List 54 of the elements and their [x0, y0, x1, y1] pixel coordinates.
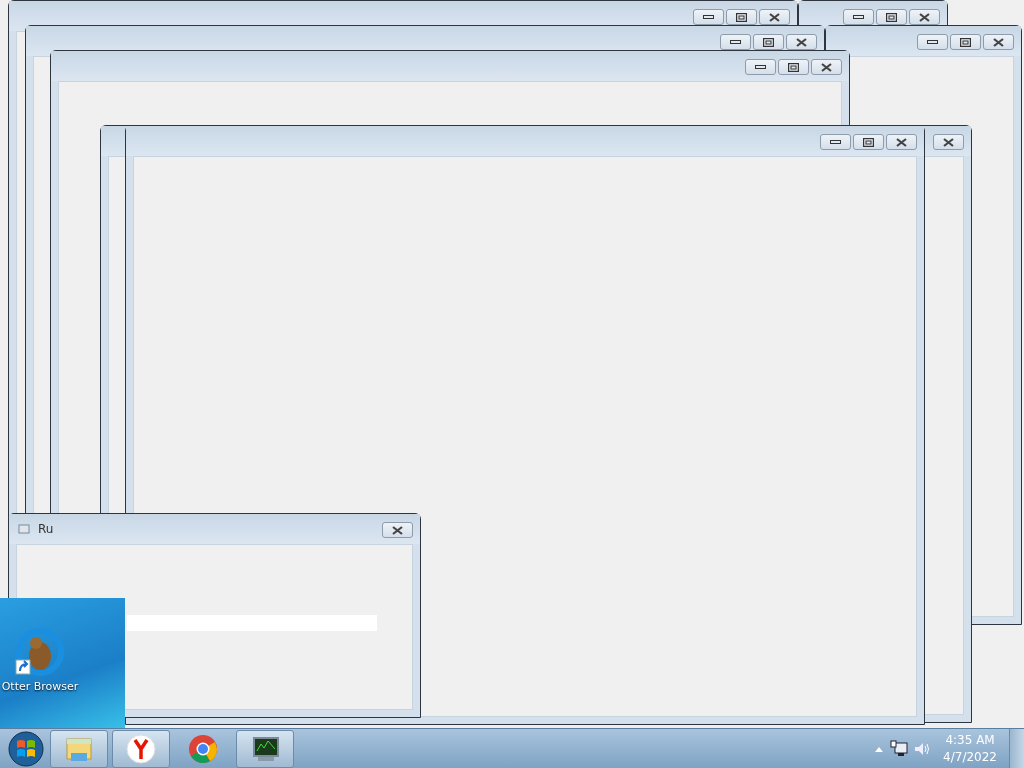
maximize-button[interactable]	[726, 9, 757, 25]
close-button[interactable]	[909, 9, 940, 25]
maximize-button[interactable]	[950, 34, 981, 50]
maximize-button[interactable]	[853, 134, 884, 150]
maximize-icon	[736, 12, 747, 22]
maximize-icon	[763, 37, 774, 47]
maximize-button[interactable]	[876, 9, 907, 25]
close-button[interactable]	[983, 34, 1014, 50]
minimize-icon	[927, 40, 938, 44]
close-icon	[392, 525, 403, 535]
close-button[interactable]	[382, 522, 413, 538]
maximize-icon	[863, 137, 874, 147]
maximize-button[interactable]	[778, 59, 809, 75]
otter-browser-icon[interactable]	[14, 628, 66, 678]
maximize-button[interactable]	[753, 34, 784, 50]
minimize-button[interactable]	[820, 134, 851, 150]
close-icon	[821, 62, 832, 72]
chrome-icon	[186, 732, 220, 765]
maximize-icon	[886, 12, 897, 22]
minimize-icon	[730, 40, 741, 44]
close-button[interactable]	[786, 34, 817, 50]
minimize-button[interactable]	[917, 34, 948, 50]
close-button[interactable]	[886, 134, 917, 150]
maximize-icon	[960, 37, 971, 47]
minimize-button[interactable]	[720, 34, 751, 50]
clock-date: 4/7/2022	[943, 748, 997, 766]
close-button[interactable]	[933, 134, 964, 150]
minimize-button[interactable]	[843, 9, 874, 25]
minimize-button[interactable]	[745, 59, 776, 75]
close-icon	[896, 137, 907, 147]
taskbar-button[interactable]	[236, 729, 294, 768]
start-button[interactable]	[6, 728, 46, 768]
minimize-icon	[755, 65, 766, 69]
taskbar-button[interactable]	[112, 729, 170, 768]
network-icon[interactable]	[889, 739, 910, 758]
minimize-icon	[703, 15, 714, 19]
close-icon	[769, 12, 780, 22]
show-desktop-button[interactable]	[1009, 728, 1024, 768]
app-icon	[18, 523, 30, 535]
window-title: Ru	[38, 522, 54, 536]
minimize-icon	[830, 140, 841, 144]
maximize-icon	[788, 62, 799, 72]
close-icon	[993, 37, 1004, 47]
close-button[interactable]	[759, 9, 790, 25]
yandex-icon	[124, 732, 158, 765]
close-icon	[919, 12, 930, 22]
icon-label[interactable]: Otter Browser	[1, 680, 79, 693]
close-icon	[796, 37, 807, 47]
clock-time: 4:35 AM	[945, 731, 995, 749]
close-icon	[943, 137, 954, 147]
minimize-button[interactable]	[693, 9, 724, 25]
minimize-icon	[853, 15, 864, 19]
close-button[interactable]	[811, 59, 842, 75]
clock[interactable]: 4:35 AM 4/7/2022	[935, 731, 1005, 766]
